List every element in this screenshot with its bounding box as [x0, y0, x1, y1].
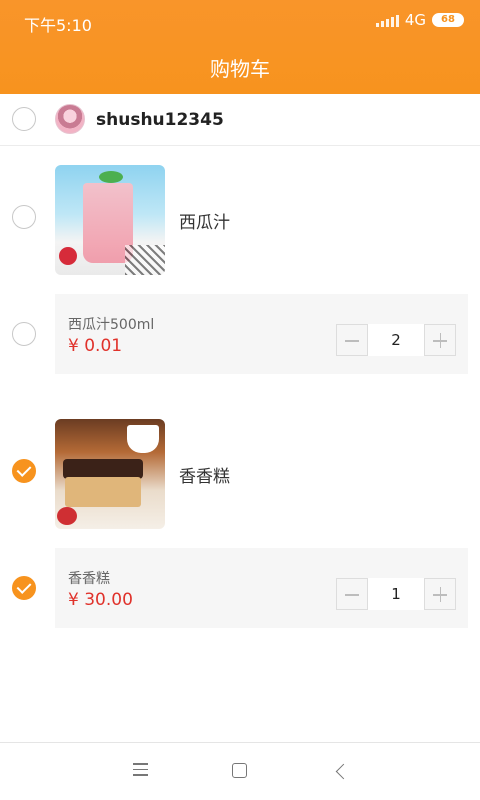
header-bar: 下午5:10 4G 68 购物车	[0, 0, 480, 94]
product-name-2[interactable]: 香香糕	[179, 462, 230, 487]
menu-icon[interactable]	[133, 763, 148, 780]
back-icon[interactable]	[335, 763, 352, 780]
spec-select-checkbox-2[interactable]	[12, 576, 36, 600]
product-select-checkbox-2[interactable]	[12, 459, 36, 483]
spec-price-1: ¥ 0.01	[68, 336, 123, 356]
status-indicators: 4G 68	[375, 11, 464, 29]
network-type: 4G	[404, 11, 426, 29]
quantity-value-1[interactable]: 2	[368, 324, 424, 356]
home-icon[interactable]	[232, 763, 247, 778]
battery-icon: 68	[432, 13, 464, 27]
product-image-juice[interactable]	[55, 165, 165, 275]
shop-select-checkbox[interactable]	[12, 107, 36, 131]
spec-name-2: 香香糕	[68, 571, 110, 587]
page-title: 购物车	[210, 57, 270, 81]
increase-button-1[interactable]	[424, 324, 456, 356]
system-nav-bar	[0, 742, 480, 800]
shop-avatar	[55, 104, 85, 134]
product-name-1[interactable]: 西瓜汁	[179, 208, 230, 233]
quantity-value-2[interactable]: 1	[368, 578, 424, 610]
product-image-cake[interactable]	[55, 419, 165, 529]
decrease-button-1[interactable]	[336, 324, 368, 356]
shop-row: shushu12345	[0, 94, 480, 146]
spec-panel-1: 西瓜汁500ml ¥ 0.01 2	[55, 294, 468, 374]
spec-price-2: ¥ 30.00	[68, 590, 133, 610]
spec-panel-2: 香香糕 ¥ 30.00 1	[55, 548, 468, 628]
spec-select-checkbox-1[interactable]	[12, 322, 36, 346]
quantity-stepper-1: 2	[336, 324, 456, 356]
decrease-button-2[interactable]	[336, 578, 368, 610]
shop-name: shushu12345	[96, 110, 224, 130]
product-select-checkbox-1[interactable]	[12, 205, 36, 229]
signal-icon	[375, 13, 399, 27]
status-bar: 下午5:10 4G 68	[0, 0, 480, 44]
quantity-stepper-2: 1	[336, 578, 456, 610]
spec-name-1: 西瓜汁500ml	[68, 317, 155, 333]
status-time: 下午5:10	[24, 16, 92, 35]
increase-button-2[interactable]	[424, 578, 456, 610]
